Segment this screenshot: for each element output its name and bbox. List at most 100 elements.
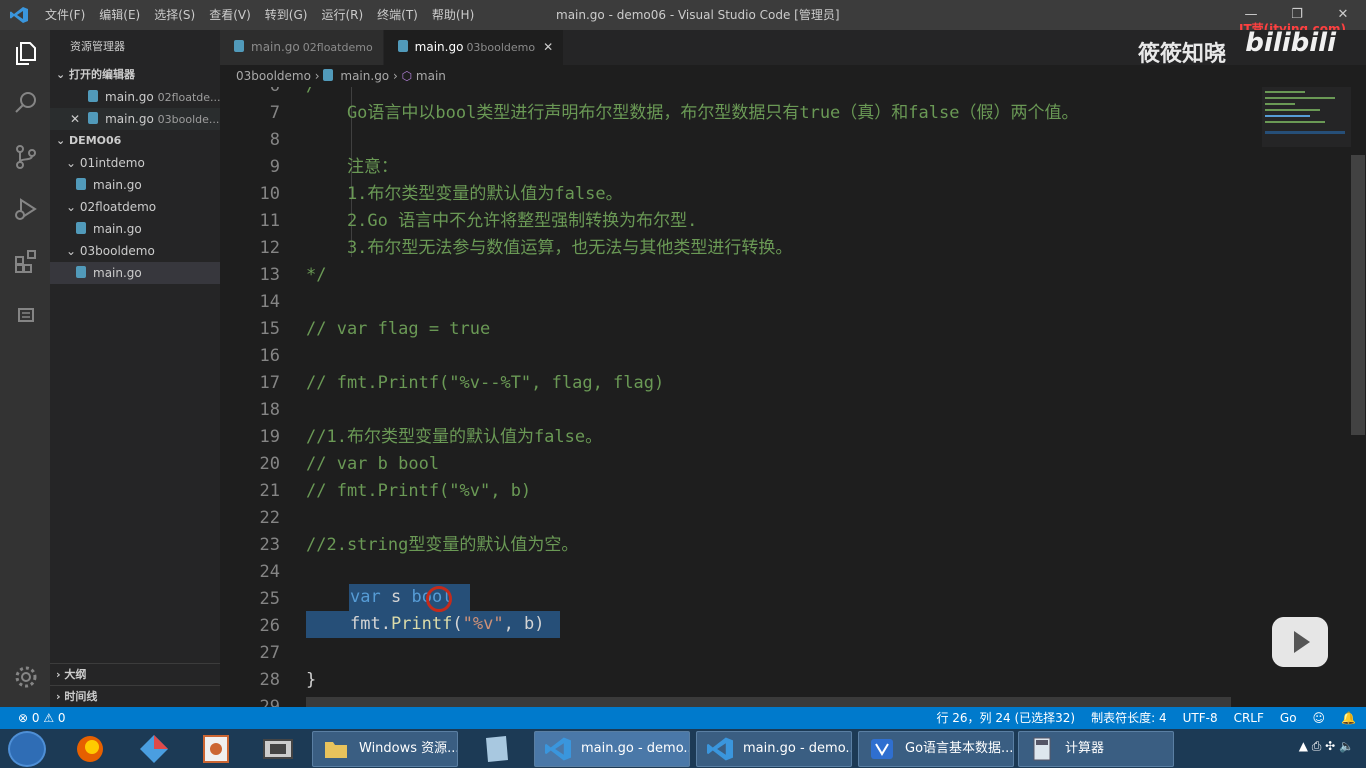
line-number: 17: [259, 373, 280, 393]
line-number: 16: [259, 346, 280, 366]
package-fmt: fmt.: [350, 614, 391, 634]
taskbar-vscode-1[interactable]: main.go - demo...: [534, 731, 690, 767]
remote-explorer-icon[interactable]: [13, 302, 39, 328]
line-ending[interactable]: CRLF: [1234, 707, 1264, 729]
horizontal-scrollbar[interactable]: [306, 697, 1231, 707]
code-line: }: [306, 670, 317, 690]
chevron-right-icon: ›: [314, 69, 324, 83]
code-editor[interactable]: 6 7 8 9 10 11 12 13 14 15 16 17 18 19 20 21 22 23 24 25 26 27…: [220, 87, 1366, 707]
menu-selection[interactable]: 选择(S): [147, 0, 202, 30]
breadcrumb-folder[interactable]: 03booldemo: [236, 69, 311, 83]
menu-file[interactable]: 文件(F): [38, 0, 92, 30]
breadcrumb-file[interactable]: main.go: [340, 69, 389, 83]
open-editors-header[interactable]: ⌄ 打开的编辑器: [50, 64, 220, 86]
system-tray[interactable]: ▲ ⎙ ✣ 🔈: [1299, 739, 1354, 754]
timeline-section[interactable]: › 时间线: [50, 685, 220, 707]
line-number: 23: [259, 535, 280, 555]
tree-file[interactable]: main.go: [50, 218, 220, 240]
code-line: 3.布尔型无法参与数值运算，也无法与其他类型进行转换。: [306, 238, 793, 258]
code-line: // var b bool: [306, 454, 440, 474]
tree-file[interactable]: main.go: [50, 174, 220, 196]
menu-view[interactable]: 查看(V): [202, 0, 258, 30]
tree-folder[interactable]: ⌄ 03booldemo: [50, 240, 220, 262]
open-editor-item[interactable]: ✕ main.go 03boolde...: [50, 108, 220, 130]
line-number: 21: [259, 481, 280, 501]
taskbar-doc[interactable]: Go语言基本数据...: [858, 731, 1014, 767]
close-tab-icon[interactable]: ✕: [543, 40, 553, 54]
calculator-icon: [1033, 737, 1051, 761]
extensions-icon[interactable]: [13, 248, 39, 274]
code-line: 2.Go 语言中不允许将整型强制转换为布尔型.: [306, 211, 698, 231]
notifications-bell-icon[interactable]: 🔔: [1341, 707, 1356, 729]
taskbar-vscode-2[interactable]: main.go - demo...: [696, 731, 852, 767]
chevron-down-icon: ⌄: [66, 200, 80, 214]
app-diamond-icon[interactable]: [128, 732, 180, 766]
line-number: 9: [269, 157, 280, 177]
outline-section[interactable]: › 大纲: [50, 663, 220, 685]
tree-folder[interactable]: ⌄ 02floatdemo: [50, 196, 220, 218]
status-bar: ⊗ 0 ⚠ 0 行 26，列 24 (已选择32) 制表符长度: 4 UTF-8…: [0, 707, 1366, 729]
start-button-icon[interactable]: [8, 731, 46, 767]
code-line: 注意：: [306, 157, 398, 177]
tab-main-go-floatdemo[interactable]: main.go 02floatdemo: [220, 30, 384, 65]
vscode-icon: [545, 737, 571, 761]
tab-size[interactable]: 制表符长度: 4: [1091, 707, 1167, 729]
title-bar: 文件(F) 编辑(E) 选择(S) 查看(V) 转到(G) 运行(R) 终端(T…: [0, 0, 1366, 36]
tree-file-selected[interactable]: main.go: [50, 262, 220, 284]
menu-terminal[interactable]: 终端(T): [370, 0, 425, 30]
tab-folder: 03booldemo: [466, 41, 536, 54]
minimap[interactable]: [1262, 87, 1352, 707]
run-debug-icon[interactable]: [13, 196, 39, 222]
tab-main-go-booldemo[interactable]: main.go 03booldemo ✕: [383, 30, 565, 65]
search-icon[interactable]: [13, 90, 39, 116]
document-app-icon: [871, 739, 893, 759]
workspace-label: DEMO06: [69, 134, 122, 147]
notebook-icon[interactable]: [470, 732, 522, 766]
windows-taskbar: Windows 资源... main.go - demo... main.go …: [0, 729, 1366, 768]
bilibili-logo: bilibili: [1245, 28, 1336, 58]
tree-file-label: main.go: [93, 222, 142, 236]
problems-indicator[interactable]: ⊗ 0 ⚠ 0: [18, 707, 66, 729]
line-number: 12: [259, 238, 280, 258]
tree-folder-label: 03booldemo: [79, 244, 155, 258]
code-line: /*: [306, 87, 326, 100]
menu-edit[interactable]: 编辑(E): [92, 0, 147, 30]
mouse-cursor-marker: [426, 586, 452, 612]
explorer-icon[interactable]: [13, 40, 39, 66]
language-mode[interactable]: Go: [1280, 707, 1297, 729]
line-number: 29: [259, 697, 280, 707]
video-play-icon[interactable]: [1272, 617, 1328, 667]
taskbar-label: 计算器: [1065, 741, 1105, 756]
tree-folder-label: 01intdemo: [79, 156, 145, 170]
tree-file-label: main.go: [93, 266, 142, 280]
firefox-icon[interactable]: [64, 732, 116, 766]
menu-go[interactable]: 转到(G): [258, 0, 315, 30]
sidebar-title: 资源管理器: [70, 40, 125, 53]
line-number: 26: [259, 616, 280, 636]
activity-bar: [0, 30, 50, 707]
menu-help[interactable]: 帮助(H): [425, 0, 481, 30]
taskbar-windows-explorer[interactable]: Windows 资源...: [312, 731, 458, 767]
close-editor-icon[interactable]: ✕: [70, 112, 80, 126]
workspace-header[interactable]: ⌄ DEMO06: [50, 130, 220, 152]
screenshot-tool-icon[interactable]: [190, 732, 242, 766]
line-number: 20: [259, 454, 280, 474]
scrollbar-thumb[interactable]: [1351, 155, 1365, 435]
settings-gear-icon[interactable]: [13, 664, 39, 690]
feedback-icon[interactable]: ☺: [1313, 707, 1326, 729]
source-control-icon[interactable]: [13, 144, 39, 170]
network-tool-icon[interactable]: [252, 732, 304, 766]
menu-run[interactable]: 运行(R): [314, 0, 370, 30]
breadcrumb-symbol[interactable]: main: [416, 69, 446, 83]
taskbar-calculator[interactable]: 计算器: [1018, 731, 1174, 767]
status-right: 行 26，列 24 (已选择32) 制表符长度: 4 UTF-8 CRLF Go…: [920, 707, 1356, 729]
encoding[interactable]: UTF-8: [1183, 707, 1218, 729]
timeline-label: 时间线: [64, 690, 98, 703]
cursor-position[interactable]: 行 26，列 24 (已选择32): [936, 707, 1075, 729]
outline-label: 大纲: [64, 668, 87, 681]
line-number: 7: [269, 103, 280, 123]
tree-folder[interactable]: ⌄ 01intdemo: [50, 152, 220, 174]
menu-bar: 文件(F) 编辑(E) 选择(S) 查看(V) 转到(G) 运行(R) 终端(T…: [38, 0, 481, 30]
vscode-logo-icon[interactable]: [10, 7, 28, 23]
open-editor-item[interactable]: main.go 02floatde...: [50, 86, 220, 108]
